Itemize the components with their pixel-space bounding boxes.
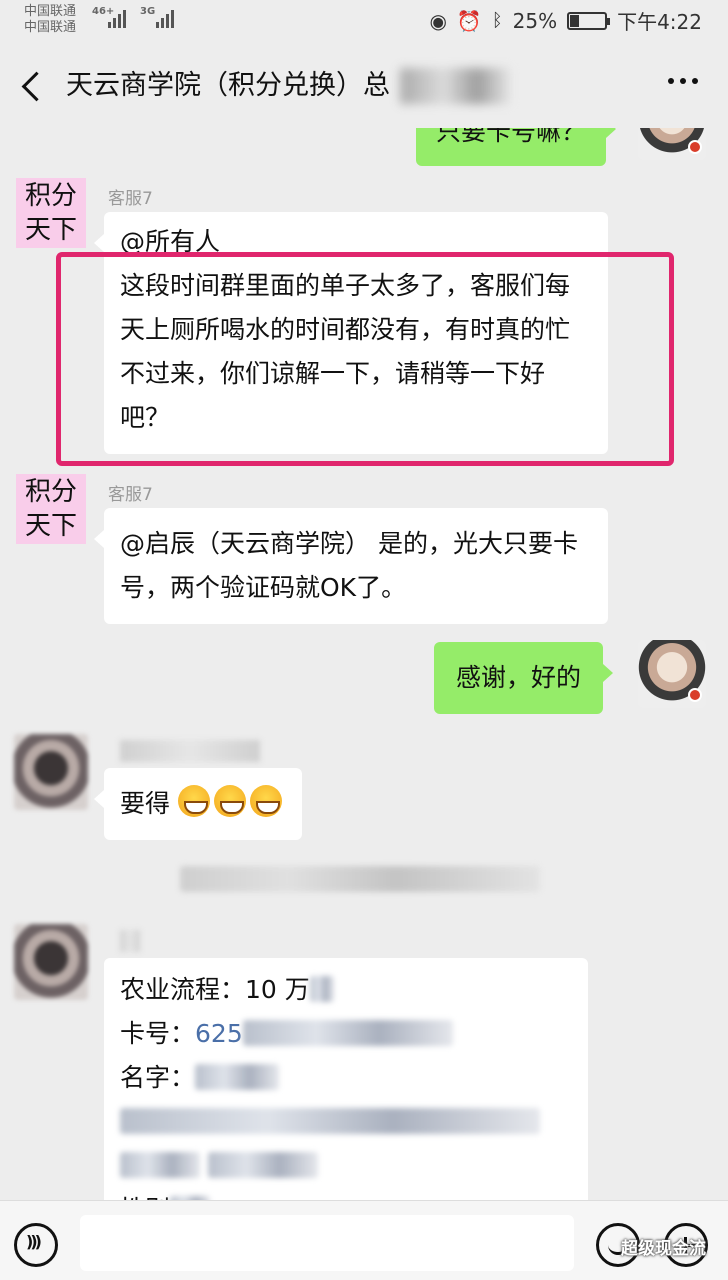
alarm-icon: ⏰ bbox=[456, 8, 482, 33]
carrier-info: 中国联通 中国联通 bbox=[24, 4, 76, 36]
my-avatar[interactable] bbox=[638, 640, 706, 708]
watermark: 超级现金流 bbox=[621, 1239, 706, 1259]
my-avatar[interactable] bbox=[638, 128, 706, 160]
input-bar bbox=[0, 1200, 728, 1280]
carrier-2: 中国联通 bbox=[24, 20, 77, 35]
signal-strength-icon bbox=[108, 8, 126, 28]
signal-strength-icon-2 bbox=[156, 8, 174, 28]
carrier-1: 中国联通 bbox=[24, 4, 77, 19]
system-notice-redacted bbox=[180, 866, 540, 892]
message-bubble[interactable]: @启辰（天云商学院） 是的，光大只要卡号，两个验证码就OK了。 bbox=[94, 508, 608, 624]
message-line: 农业流程：10 万 bbox=[120, 968, 572, 1012]
grin-emoji-icon bbox=[213, 785, 246, 817]
avatar-blurred[interactable] bbox=[14, 924, 88, 1000]
clock-time: 下午4:22 bbox=[617, 10, 702, 34]
message-text: 只要卡号嘛？ bbox=[436, 128, 587, 146]
bluetooth-icon: ᛒ bbox=[491, 10, 503, 31]
sender-name-redacted bbox=[120, 740, 260, 762]
message-bubble[interactable]: 要得 bbox=[94, 768, 302, 840]
message-text: @启辰（天云商学院） 是的，光大只要卡号，两个验证码就OK了。 bbox=[120, 529, 578, 602]
chat-header: 天云商学院（积分兑换）总 bbox=[0, 44, 728, 128]
eye-icon: ◉ bbox=[429, 8, 447, 33]
voice-input-icon[interactable] bbox=[14, 1223, 58, 1267]
title-redacted bbox=[400, 68, 510, 104]
message-line-redacted bbox=[120, 1100, 572, 1144]
grin-emoji-icon bbox=[249, 785, 282, 817]
chat-messages[interactable]: 只要卡号嘛？ 积分 天下 客服7 @所有人 这段时间群里面的单子太多了，客服们每… bbox=[0, 128, 728, 1200]
avatar-jifen-tianxia[interactable]: 积分 天下 bbox=[16, 178, 86, 248]
network-type-2: 3G bbox=[140, 6, 156, 17]
message-line: 性别 bbox=[120, 1188, 572, 1200]
message-text: 感谢，好的 bbox=[456, 663, 582, 692]
message-line-redacted bbox=[120, 1144, 572, 1188]
message-line: 卡号：625 bbox=[120, 1012, 572, 1056]
avatar-blurred[interactable] bbox=[14, 734, 88, 810]
sender-name-redacted bbox=[120, 930, 140, 952]
more-dots-icon[interactable] bbox=[668, 78, 698, 84]
message-bubble-partial[interactable]: 只要卡号嘛？ bbox=[416, 128, 617, 166]
battery-percent: 25% bbox=[512, 8, 558, 33]
sender-name: 客服7 bbox=[108, 189, 153, 209]
highlight-box bbox=[56, 252, 674, 466]
battery-icon bbox=[567, 11, 611, 30]
message-bubble-mine[interactable]: 感谢，好的 bbox=[434, 642, 614, 714]
message-line: 名字： bbox=[120, 1056, 572, 1100]
chat-title[interactable]: 天云商学院（积分兑换）总 bbox=[66, 66, 390, 106]
sender-name: 客服7 bbox=[108, 485, 153, 505]
message-text: 要得 bbox=[120, 789, 171, 818]
avatar-jifen-tianxia[interactable]: 积分 天下 bbox=[16, 474, 86, 544]
message-bubble[interactable]: 农业流程：10 万 卡号：625 名字： 性别 bbox=[104, 958, 588, 1200]
status-bar: 中国联通 中国联通 46+ 3G ◉ ⏰ ᛒ 25% 下午4:22 bbox=[0, 0, 728, 44]
back-arrow-icon[interactable] bbox=[18, 66, 54, 106]
message-input[interactable] bbox=[80, 1215, 574, 1271]
grin-emoji-icon bbox=[177, 785, 210, 817]
